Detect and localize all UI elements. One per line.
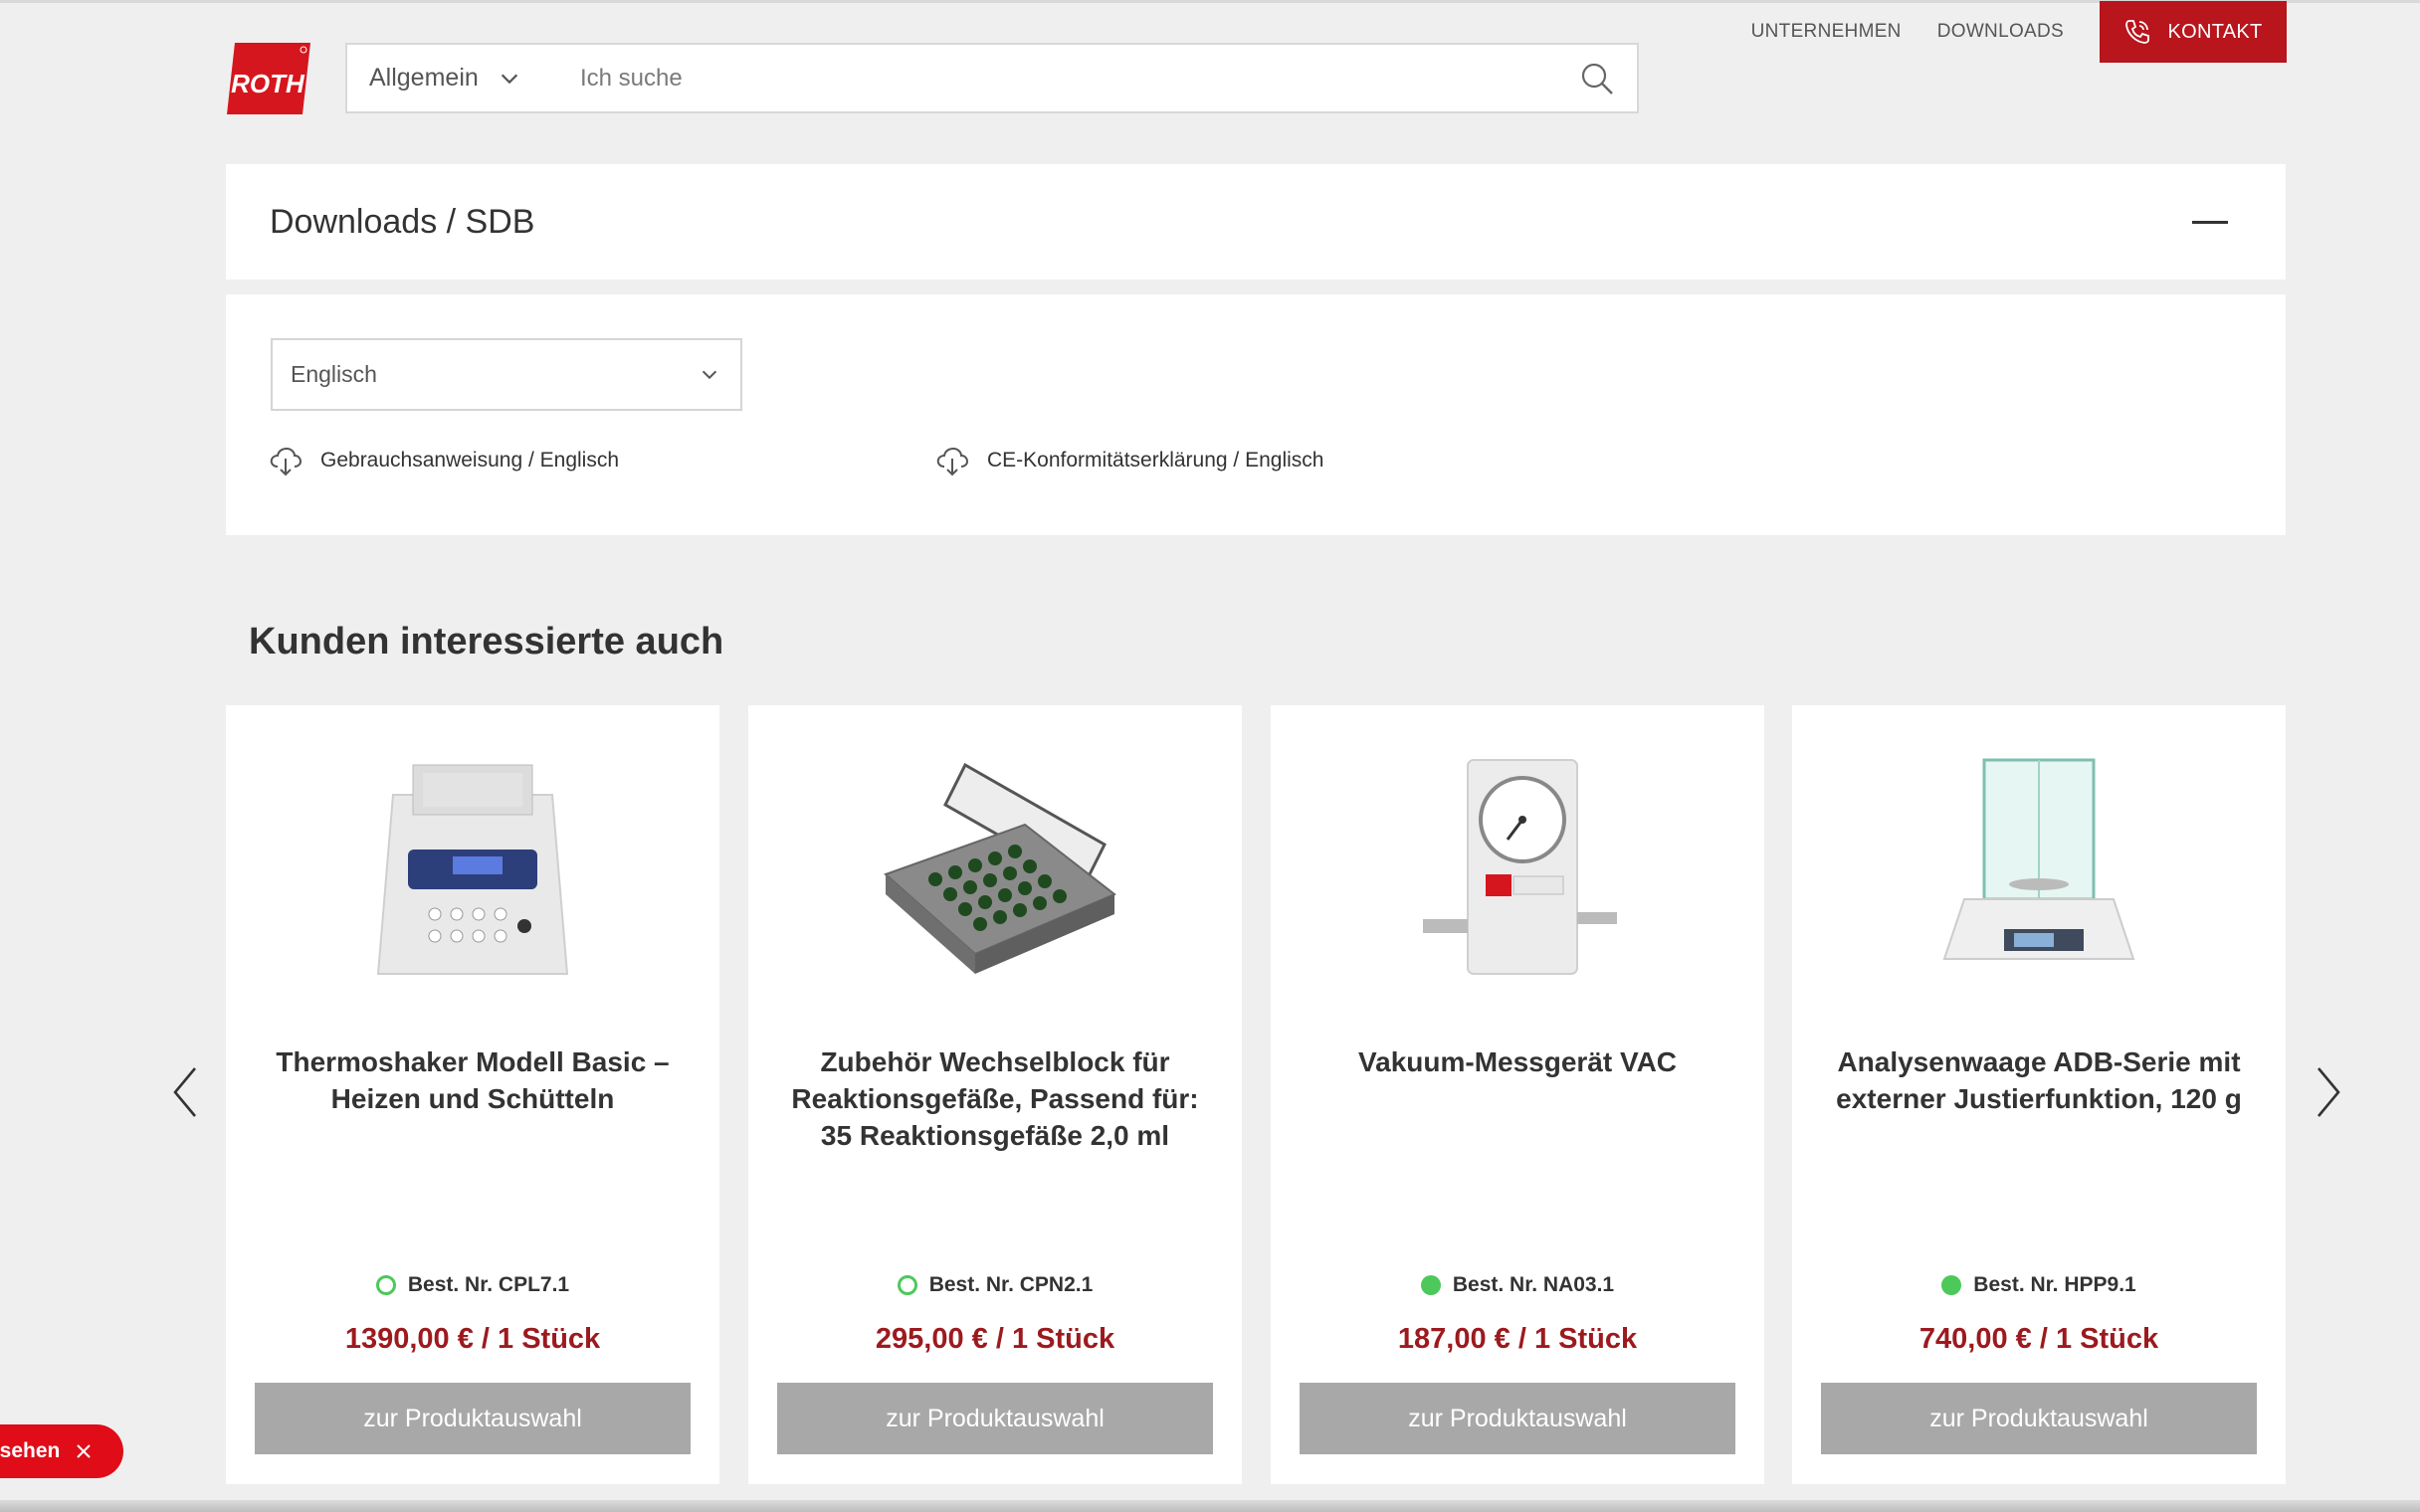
roth-logo[interactable]: ROTH bbox=[227, 43, 310, 114]
phone-icon bbox=[2125, 20, 2150, 44]
search-icon bbox=[1581, 63, 1613, 94]
toast-label: esehen bbox=[0, 1439, 61, 1462]
chevron-down-icon bbox=[501, 74, 517, 84]
product-select-button[interactable]: zur Produktauswahl bbox=[255, 1383, 691, 1454]
product-name[interactable]: Thermoshaker Modell Basic – Heizen und S… bbox=[256, 1043, 690, 1117]
bottom-edge bbox=[0, 1500, 2420, 1512]
order-number: Best. Nr. CPN2.1 bbox=[748, 1273, 1242, 1297]
order-number: Best. Nr. NA03.1 bbox=[1271, 1273, 1764, 1297]
product-card[interactable]: Vakuum-Messgerät VAC Best. Nr. NA03.1 18… bbox=[1271, 705, 1764, 1484]
availability-in-stock-icon bbox=[1941, 1275, 1962, 1295]
carousel-next-button[interactable] bbox=[2309, 1062, 2348, 1122]
recommendations-title: Kunden interessierte auch bbox=[249, 621, 724, 662]
product-name[interactable]: Zubehör Wechselblock für Reaktionsgefäße… bbox=[778, 1043, 1212, 1154]
recently-viewed-toast[interactable]: esehen bbox=[0, 1424, 123, 1478]
search-button[interactable] bbox=[1557, 45, 1637, 111]
product-price: 187,00 € / 1 Stück bbox=[1397, 1323, 1638, 1355]
download-link-manual[interactable]: Gebrauchsanweisung / Englisch bbox=[269, 444, 619, 477]
product-image-thermoshaker[interactable] bbox=[226, 705, 719, 1024]
language-select-value: Englisch bbox=[291, 361, 377, 387]
product-image-vacuum-gauge[interactable] bbox=[1271, 705, 1764, 1024]
product-select-button[interactable]: zur Produktauswahl bbox=[1300, 1383, 1735, 1454]
product-card[interactable]: Thermoshaker Modell Basic – Heizen und S… bbox=[226, 705, 719, 1484]
cloud-download-icon bbox=[270, 447, 302, 476]
product-name[interactable]: Analysenwaage ADB-Serie mit externer Jus… bbox=[1822, 1043, 2256, 1117]
top-navigation: UNTERNEHMEN DOWNLOADS KONTAKT bbox=[1751, 0, 2287, 64]
download-label: CE-Konformitätserklärung / Englisch bbox=[987, 449, 1324, 472]
product-image-exchange-block[interactable] bbox=[748, 705, 1242, 1024]
close-icon[interactable] bbox=[76, 1443, 92, 1459]
search-category-label: Allgemein bbox=[369, 64, 479, 92]
product-price: 295,00 € / 1 Stück bbox=[875, 1323, 1115, 1355]
contact-button[interactable]: KONTAKT bbox=[2100, 1, 2287, 63]
availability-open-icon bbox=[375, 1275, 396, 1295]
download-link-ce[interactable]: CE-Konformitätserklärung / Englisch bbox=[935, 444, 1323, 477]
chevron-right-icon bbox=[2318, 1067, 2340, 1117]
carousel-prev-button[interactable] bbox=[165, 1062, 205, 1122]
product-image-analytical-balance[interactable] bbox=[1792, 705, 2286, 1024]
availability-open-icon bbox=[897, 1275, 917, 1295]
nav-downloads-link[interactable]: DOWNLOADS bbox=[1937, 21, 2064, 43]
nav-company-link[interactable]: UNTERNEHMEN bbox=[1751, 21, 1902, 43]
downloads-title: Downloads / SDB bbox=[270, 202, 535, 241]
product-card[interactable]: Analysenwaage ADB-Serie mit externer Jus… bbox=[1792, 705, 2286, 1484]
search-bar: Allgemein bbox=[345, 43, 1639, 113]
product-name[interactable]: Vakuum-Messgerät VAC bbox=[1301, 1043, 1734, 1080]
logo-text: ROTH bbox=[231, 69, 305, 98]
language-select[interactable]: Englisch bbox=[271, 338, 742, 411]
downloads-panel-body: Englisch Gebrauchsanweisung / Englisch C… bbox=[226, 294, 2286, 535]
product-select-button[interactable]: zur Produktauswahl bbox=[777, 1383, 1213, 1454]
product-select-button[interactable]: zur Produktauswahl bbox=[1821, 1383, 2257, 1454]
collapse-icon[interactable] bbox=[2192, 220, 2228, 224]
search-input[interactable] bbox=[566, 64, 1557, 93]
product-price: 1390,00 € / 1 Stück bbox=[344, 1323, 601, 1355]
product-price: 740,00 € / 1 Stück bbox=[1918, 1323, 2159, 1355]
availability-in-stock-icon bbox=[1420, 1275, 1441, 1295]
cloud-download-icon bbox=[936, 447, 969, 476]
downloads-panel-header[interactable]: Downloads / SDB bbox=[226, 164, 2286, 280]
contact-label: KONTAKT bbox=[2167, 20, 2263, 43]
product-card[interactable]: Zubehör Wechselblock für Reaktionsgefäße… bbox=[748, 705, 1242, 1484]
download-label: Gebrauchsanweisung / Englisch bbox=[320, 449, 620, 472]
search-category-dropdown[interactable]: Allgemein bbox=[347, 64, 566, 93]
chevron-left-icon bbox=[173, 1067, 196, 1117]
chevron-down-icon bbox=[702, 370, 717, 379]
order-number: Best. Nr. HPP9.1 bbox=[1792, 1273, 2286, 1297]
order-number: Best. Nr. CPL7.1 bbox=[226, 1273, 719, 1297]
